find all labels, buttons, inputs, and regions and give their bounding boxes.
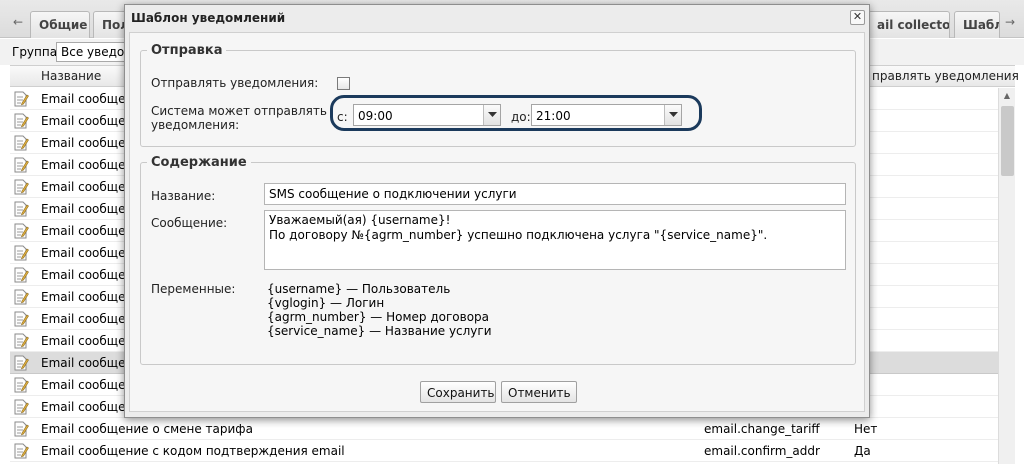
edit-template-icon[interactable]	[13, 157, 29, 173]
edit-template-icon[interactable]	[13, 377, 29, 393]
message-textarea[interactable]: Уважаемый(ая) {username}! По договору №{…	[264, 210, 846, 270]
to-time-dropdown-button[interactable]	[664, 105, 681, 125]
column-header-send[interactable]: правлять уведомления	[872, 69, 1019, 83]
chevron-down-icon	[669, 112, 678, 117]
variable-username: {username} — Пользователь	[267, 282, 451, 296]
row-name: Email сообщение с кодом подтверждения em…	[41, 444, 345, 458]
tab-general[interactable]: Общие	[30, 11, 90, 38]
tab-scroll-right-icon[interactable]: →	[1002, 10, 1018, 34]
edit-template-icon[interactable]	[13, 267, 29, 283]
edit-template-icon[interactable]	[13, 311, 29, 327]
from-time-combo[interactable]: 09:00	[353, 104, 501, 126]
to-label: до:	[511, 110, 531, 124]
edit-template-icon[interactable]	[13, 289, 29, 305]
column-header-name[interactable]: Название	[41, 69, 101, 83]
variables-list: {username} — Пользователь {vglogin} — Ло…	[267, 282, 492, 338]
group-filter-label: Группа:	[12, 45, 62, 59]
send-notifications-label: Отправлять уведомления:	[151, 76, 319, 90]
edit-template-icon[interactable]	[13, 135, 29, 151]
tab-templates[interactable]: Шабл	[954, 11, 1000, 38]
grid-scrollbar[interactable]: ▲	[998, 88, 1015, 464]
edit-template-icon[interactable]	[13, 421, 29, 437]
name-input[interactable]: SMS сообщение о подключении услуги	[264, 183, 846, 205]
name-label: Название:	[151, 189, 216, 203]
row-code: email.change_tariff	[704, 422, 820, 436]
from-time-value: 09:00	[358, 109, 393, 123]
tab-email-collector[interactable]: ail collector	[868, 11, 950, 38]
variable-service-name: {service_name} — Название услуги	[267, 324, 492, 338]
edit-template-icon[interactable]	[13, 245, 29, 261]
edit-template-icon[interactable]	[13, 333, 29, 349]
row-code: email.confirm_addr	[704, 444, 820, 458]
edit-template-icon[interactable]	[13, 355, 29, 371]
from-label: с:	[337, 110, 348, 124]
edit-template-icon[interactable]	[13, 91, 29, 107]
edit-template-icon[interactable]	[13, 113, 29, 129]
close-icon[interactable]: ✕	[850, 10, 865, 25]
from-time-dropdown-button[interactable]	[483, 105, 500, 125]
table-row[interactable]: Email сообщение о смене тарифа email.chan…	[10, 418, 998, 440]
to-time-value: 21:00	[536, 109, 571, 123]
message-line-1: Уважаемый(ая) {username}!	[269, 213, 451, 227]
message-label: Сообщение:	[151, 216, 228, 230]
sending-legend: Отправка	[151, 43, 223, 58]
dialog-body: Отправка Отправлять уведомления: Система…	[129, 32, 865, 412]
variables-label: Переменные:	[151, 282, 236, 296]
cancel-button[interactable]: Отменить	[501, 381, 577, 403]
dialog-title: Шаблон уведомлений	[131, 11, 286, 25]
scroll-up-icon[interactable]: ▲	[1001, 90, 1013, 102]
scroll-thumb[interactable]	[1001, 106, 1014, 176]
edit-template-icon[interactable]	[13, 223, 29, 239]
edit-template-icon[interactable]	[13, 201, 29, 217]
row-name: Email сообщение о смене тарифа	[41, 422, 253, 436]
edit-template-icon[interactable]	[13, 399, 29, 415]
to-time-combo[interactable]: 21:00	[531, 104, 682, 126]
content-legend: Содержание	[151, 155, 247, 170]
send-window-label-line2: уведомления:	[151, 118, 240, 132]
variable-agrm-number: {agrm_number} — Номер договора	[267, 310, 490, 324]
chevron-down-icon	[488, 112, 497, 117]
edit-template-icon[interactable]	[13, 443, 29, 459]
save-button[interactable]: Сохранить	[420, 381, 496, 403]
notification-template-dialog: Шаблон уведомлений ✕ Отправка Отправлять…	[124, 4, 870, 418]
tab-scroll-left-icon[interactable]: ←	[10, 10, 26, 34]
message-line-2: По договору №{agrm_number} успешно подкл…	[269, 228, 768, 242]
row-send-flag: Нет	[854, 422, 878, 436]
row-send-flag: Да	[854, 444, 871, 458]
table-row[interactable]: Email сообщение с кодом подтверждения em…	[10, 440, 998, 462]
send-window-label-line1: Система может отправлять	[151, 104, 327, 118]
variable-vglogin: {vglogin} — Логин	[267, 296, 385, 310]
edit-template-icon[interactable]	[13, 179, 29, 195]
send-notifications-checkbox[interactable]	[337, 77, 350, 90]
